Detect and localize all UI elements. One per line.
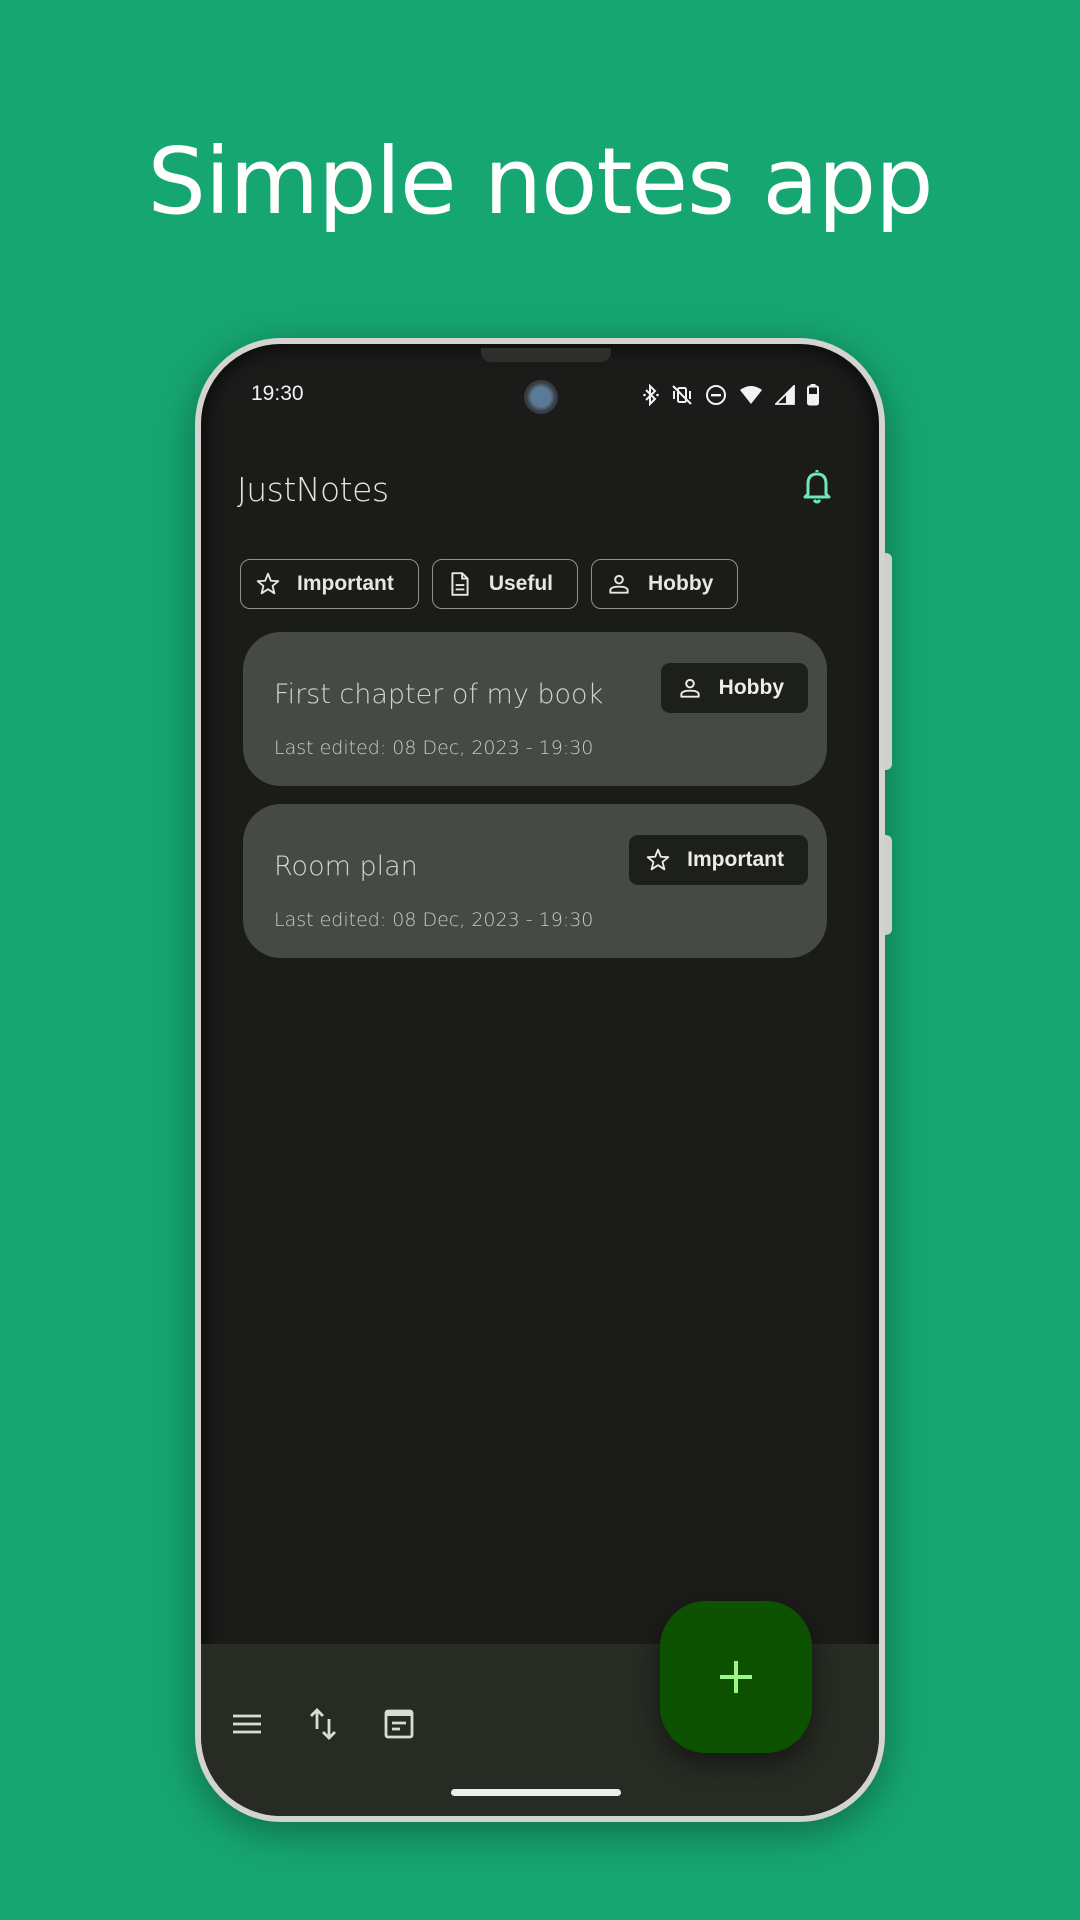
note-tag-label: Important (687, 848, 784, 871)
filter-chip-hobby[interactable]: Hobby (591, 559, 739, 609)
vibrate-off-icon (671, 384, 693, 406)
filter-chip-label: Important (297, 572, 394, 595)
person-icon (677, 675, 703, 701)
note-title: First chapter of my book (274, 679, 604, 710)
filter-chip-label: Hobby (648, 572, 714, 595)
wifi-icon (739, 384, 763, 406)
battery-icon (807, 384, 819, 406)
filter-chip-useful[interactable]: Useful (431, 559, 579, 609)
promo-title: Simple notes app (147, 128, 933, 235)
note-card[interactable]: Room plan Last edited: 08 Dec, 2023 - 19… (243, 804, 827, 958)
menu-icon[interactable] (229, 1706, 265, 1742)
plus-icon (720, 1661, 752, 1693)
star-icon (255, 571, 281, 597)
bluetooth-icon (643, 384, 659, 406)
status-bar: 19:30 (201, 382, 879, 412)
add-note-button[interactable] (660, 1601, 812, 1753)
note-view-icon[interactable] (381, 1706, 417, 1742)
status-time: 19:30 (251, 382, 304, 405)
volume-button (884, 835, 892, 935)
note-last-edited: Last edited: 08 Dec, 2023 - 19:30 (274, 737, 594, 759)
note-card[interactable]: First chapter of my book Last edited: 08… (243, 632, 827, 786)
sort-icon[interactable] (305, 1706, 341, 1742)
document-icon (447, 571, 473, 597)
signal-icon (775, 385, 795, 405)
person-icon (606, 571, 632, 597)
filter-chip-important[interactable]: Important (240, 559, 419, 609)
note-last-edited: Last edited: 08 Dec, 2023 - 19:30 (274, 909, 594, 931)
note-title: Room plan (274, 851, 418, 882)
bell-icon[interactable] (799, 466, 835, 506)
do-not-disturb-icon (705, 384, 727, 406)
phone-frame: 19:30 JustNotes Important Useful Hobby F… (195, 338, 892, 1822)
app-title: JustNotes (237, 470, 389, 509)
power-button (884, 553, 892, 770)
home-indicator[interactable] (451, 1789, 621, 1796)
phone-screen: 19:30 JustNotes Important Useful Hobby F… (201, 344, 879, 1816)
star-icon (645, 847, 671, 873)
note-tag-label: Hobby (718, 676, 784, 699)
filter-chips: Important Useful Hobby (240, 559, 739, 609)
speaker-grille (481, 348, 611, 362)
note-tag: Hobby (660, 663, 808, 713)
filter-chip-label: Useful (488, 572, 554, 595)
note-tag: Important (629, 835, 808, 885)
